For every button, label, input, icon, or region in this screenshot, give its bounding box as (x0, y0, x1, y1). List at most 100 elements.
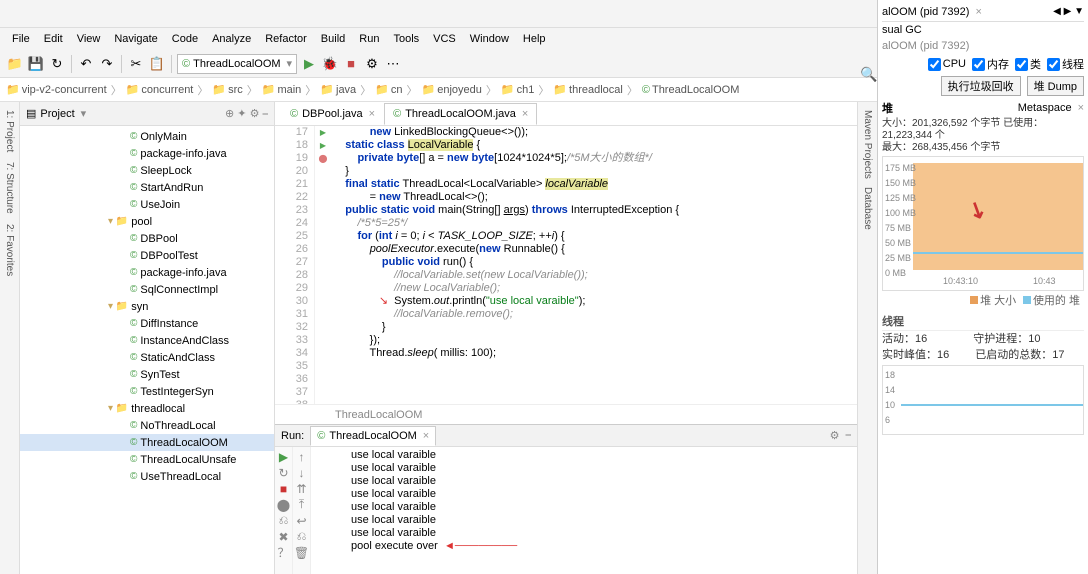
menu-navigate[interactable]: Navigate (108, 31, 163, 47)
editor-tab[interactable]: ©DBPool.java× (281, 103, 384, 125)
menu-analyze[interactable]: Analyze (206, 31, 257, 47)
run-config-select[interactable]: © ThreadLocalOOM ▾ (177, 54, 297, 74)
tree-item[interactable]: ©package-info.java (20, 145, 274, 162)
heap-size: 大小：201,326,592 个字节 已使用：21,223,344 个 (882, 118, 1084, 142)
titlebar (0, 0, 877, 28)
console-action-icon[interactable]: ↑ (294, 449, 309, 464)
metaspace-label: Metaspace (1018, 102, 1072, 114)
profiler-subtitle: sual GC (882, 22, 1084, 38)
run-icon[interactable]: ▶ (300, 55, 318, 73)
run-config-label: ThreadLocalOOM (193, 58, 280, 70)
profiler-tab[interactable]: alOOM (pid 7392)× ◀ ▶ ▼ (882, 2, 1084, 22)
console-output[interactable]: use local varaibleuse local varaibleuse … (311, 447, 857, 574)
run-action-icon[interactable]: ？ (276, 545, 291, 560)
breadcrumb-item[interactable]: 📁ch1 (501, 83, 534, 96)
tree-item[interactable]: ©OnlyMain (20, 128, 274, 145)
tree-item[interactable]: ▾ 📁syn (20, 298, 274, 315)
menu-refactor[interactable]: Refactor (259, 31, 313, 47)
save-icon[interactable]: 💾 (27, 55, 45, 73)
open-icon[interactable]: 📁 (6, 55, 24, 73)
heap-max: 最大：268,435,456 个字节 (882, 142, 1084, 154)
menu-vcs[interactable]: VCS (427, 31, 462, 47)
console-action-icon[interactable]: ↩ (294, 513, 309, 528)
breadcrumb-item[interactable]: 📁java (320, 83, 356, 96)
more-icon[interactable]: ⋯ (384, 55, 402, 73)
console-action-icon[interactable]: 🗑 (294, 545, 309, 560)
cut-icon[interactable]: ✂ (127, 55, 145, 73)
tree-item[interactable]: ©UseJoin (20, 196, 274, 213)
chart-legend: 堆 大小 使用的 堆 (882, 291, 1084, 309)
breadcrumb-item[interactable]: 📁main (262, 83, 302, 96)
left-toolwindow-bar: 1: Project 7: Structure 2: Favorites (0, 102, 20, 574)
tree-item[interactable]: ©SqlConnectImpl (20, 281, 274, 298)
profile-icon[interactable]: ⚙ (363, 55, 381, 73)
breadcrumb-item[interactable]: 📁enjoyedu (422, 83, 482, 96)
menu-help[interactable]: Help (517, 31, 552, 47)
run-action-icon[interactable]: ▶ (276, 449, 291, 464)
console-action-icon[interactable]: ⤒ (294, 497, 309, 512)
menu-edit[interactable]: Edit (38, 31, 69, 47)
redo-icon[interactable]: ↷ (98, 55, 116, 73)
project-panel-header[interactable]: ▤Project▾ ⊕ ✦ ⚙ ⎯ (20, 102, 274, 126)
project-panel: ▤Project▾ ⊕ ✦ ⚙ ⎯ ©OnlyMain©package-info… (20, 102, 275, 574)
menu-tools[interactable]: Tools (387, 31, 425, 47)
thread-chart: 1814106 (882, 365, 1084, 435)
menu-view[interactable]: View (71, 31, 107, 47)
menu-window[interactable]: Window (464, 31, 515, 47)
run-action-icon[interactable]: ⎌ (276, 513, 291, 528)
toolbar: 📁 💾 ↻ ↶ ↷ ✂ 📋 © ThreadLocalOOM ▾ ▶ 🐞 ■ ⚙… (0, 50, 877, 78)
run-action-icon[interactable]: ✖ (276, 529, 291, 544)
menu-build[interactable]: Build (315, 31, 351, 47)
console-action-icon[interactable]: ⎌ (294, 529, 309, 544)
refresh-icon[interactable]: ↻ (48, 55, 66, 73)
breadcrumb-item[interactable]: 📁vip-v2-concurrent (6, 83, 107, 96)
tree-item[interactable]: ©TestIntegerSyn (20, 383, 274, 400)
tree-item[interactable]: ©NoThreadLocal (20, 417, 274, 434)
breadcrumb-item[interactable]: ©ThreadLocalOOM (642, 84, 740, 96)
editor-tab[interactable]: ©ThreadLocalOOM.java× (384, 103, 537, 125)
tree-item[interactable]: ©StaticAndClass (20, 349, 274, 366)
side-tab[interactable]: 1: Project (2, 106, 17, 156)
project-tree[interactable]: ©OnlyMain©package-info.java©SleepLock©St… (20, 126, 274, 574)
breadcrumb-item[interactable]: 📁threadlocal (553, 83, 623, 96)
copy-icon[interactable]: 📋 (148, 55, 166, 73)
profiler-process: alOOM (pid 7392) (882, 38, 1084, 54)
tree-item[interactable]: ©UseThreadLocal (20, 468, 274, 485)
tree-item[interactable]: ▾ 📁threadlocal (20, 400, 274, 417)
run-action-icon[interactable]: ⬤ (276, 497, 291, 512)
minimize-icon[interactable]: ⎯ (846, 429, 852, 442)
tree-item[interactable]: ©ThreadLocalUnsafe (20, 451, 274, 468)
breadcrumb: 📁vip-v2-concurrent〉📁concurrent〉📁src〉📁mai… (0, 78, 877, 102)
tree-item[interactable]: ©DiffInstance (20, 315, 274, 332)
breadcrumb-item[interactable]: 📁concurrent (126, 83, 194, 96)
console-action-icon[interactable]: ⇈ (294, 481, 309, 496)
tree-item[interactable]: ©StartAndRun (20, 179, 274, 196)
side-tab[interactable]: 2: Favorites (2, 220, 17, 280)
side-tab[interactable]: Maven Projects (860, 106, 875, 183)
editor[interactable]: 1718192021222324252627282930313233343536… (275, 126, 857, 404)
tree-item[interactable]: ©DBPoolTest (20, 247, 274, 264)
tree-item[interactable]: ©package-info.java (20, 264, 274, 281)
side-tab[interactable]: 7: Structure (2, 158, 17, 218)
breadcrumb-item[interactable]: 📁cn (375, 83, 402, 96)
run-action-icon[interactable]: ↻ (276, 465, 291, 480)
tree-item[interactable]: ©SynTest (20, 366, 274, 383)
gear-icon[interactable]: ⚙ (830, 429, 840, 442)
run-tab[interactable]: ©ThreadLocalOOM× (310, 426, 436, 446)
menu-run[interactable]: Run (353, 31, 385, 47)
tree-item[interactable]: ▾ 📁pool (20, 213, 274, 230)
tree-item[interactable]: ©ThreadLocalOOM (20, 434, 274, 451)
search-icon[interactable]: 🔍 (860, 66, 1080, 83)
debug-icon[interactable]: 🐞 (321, 55, 339, 73)
console-action-icon[interactable]: ↓ (294, 465, 309, 480)
tree-item[interactable]: ©SleepLock (20, 162, 274, 179)
menu-code[interactable]: Code (166, 31, 204, 47)
breadcrumb-item[interactable]: 📁src (212, 83, 242, 96)
tree-item[interactable]: ©InstanceAndClass (20, 332, 274, 349)
side-tab[interactable]: Database (860, 183, 875, 234)
stop-icon[interactable]: ■ (342, 55, 360, 73)
undo-icon[interactable]: ↶ (77, 55, 95, 73)
menu-file[interactable]: File (6, 31, 36, 47)
run-action-icon[interactable]: ■ (276, 481, 291, 496)
tree-item[interactable]: ©DBPool (20, 230, 274, 247)
